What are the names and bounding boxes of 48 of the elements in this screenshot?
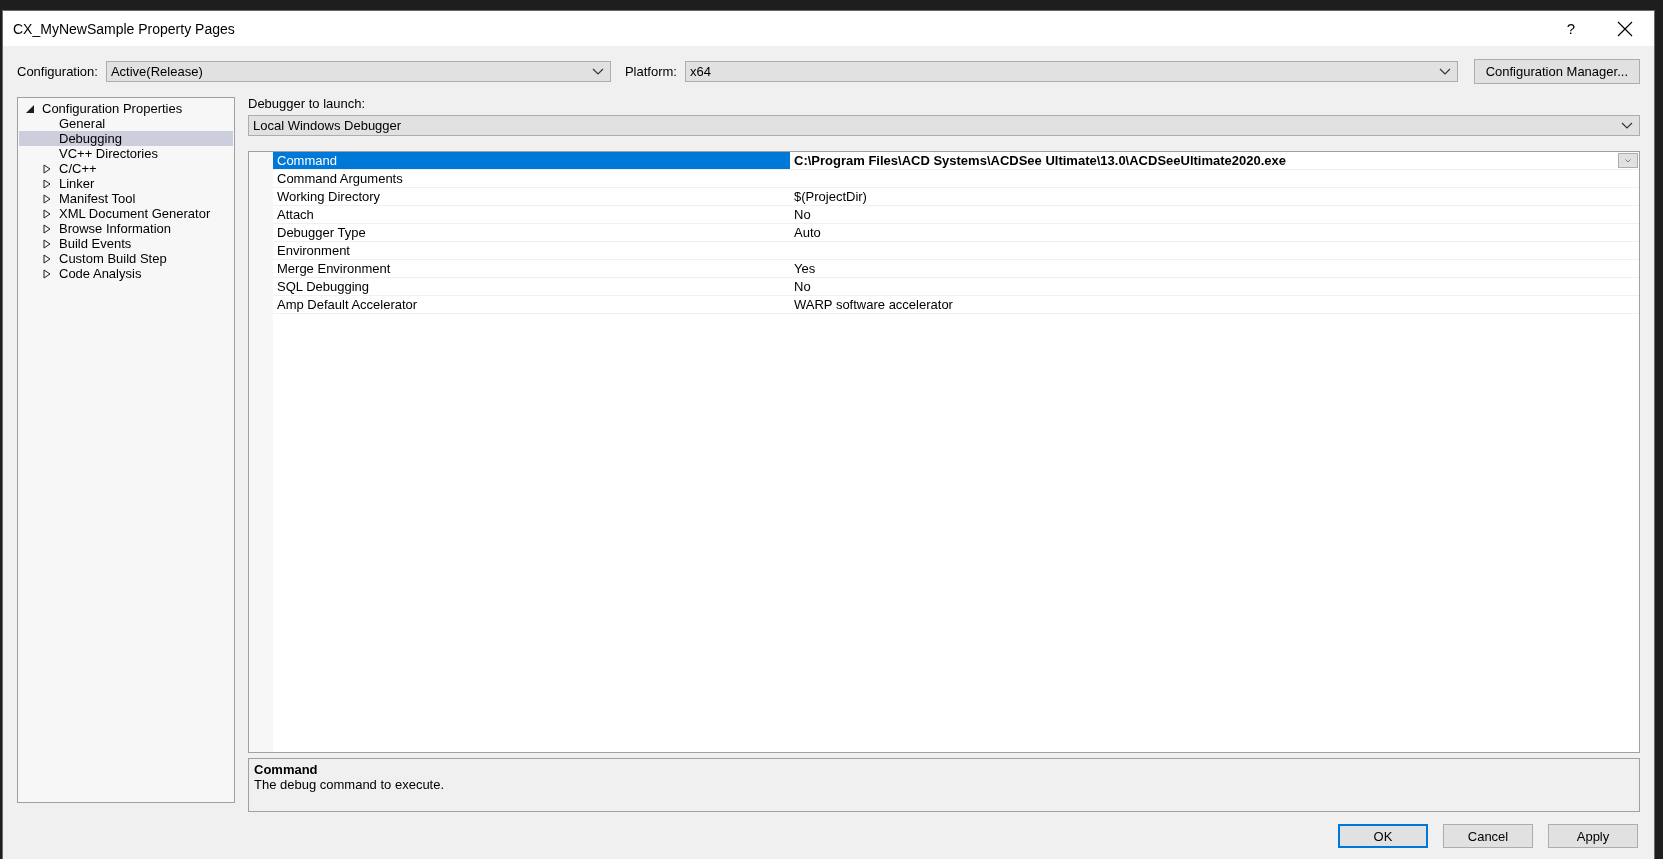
property-name[interactable]: Command (273, 152, 790, 169)
collapsed-triangle-icon[interactable] (42, 268, 52, 279)
collapsed-triangle-icon[interactable] (42, 223, 52, 234)
tree-item[interactable]: Configuration Properties (19, 101, 233, 116)
tree-item[interactable]: VC++ Directories (19, 146, 233, 161)
platform-label: Platform: (624, 64, 677, 79)
chevron-down-icon (591, 67, 604, 76)
property-value[interactable]: C:\Program Files\ACD Systems\ACDSee Ultimate\13.0\ACDSeeUltimate2020.exe (794, 153, 1618, 168)
property-value[interactable]: Auto (794, 225, 1639, 240)
property-value[interactable]: WARP software accelerator (794, 297, 1639, 312)
close-icon (1617, 20, 1633, 37)
tree-item[interactable]: General (19, 116, 233, 131)
configuration-manager-button[interactable]: Configuration Manager... (1473, 59, 1640, 84)
chevron-down-icon (1438, 67, 1451, 76)
property-value[interactable]: No (794, 279, 1639, 294)
debugger-label: Debugger to launch: (248, 96, 367, 111)
tree-item[interactable]: XML Document Generator (19, 206, 233, 221)
collapsed-triangle-icon[interactable] (42, 178, 52, 189)
property-value[interactable]: $(ProjectDir) (794, 189, 1639, 204)
expanded-triangle-icon[interactable] (25, 103, 35, 114)
collapsed-triangle-icon[interactable] (42, 238, 52, 249)
tree-item[interactable]: Custom Build Step (19, 251, 233, 266)
collapsed-triangle-icon[interactable] (42, 163, 52, 174)
dialog-button[interactable]: Apply (1548, 824, 1638, 848)
tree-item[interactable]: Debugging (19, 131, 233, 146)
debugger-dropdown[interactable]: Local Windows Debugger (248, 115, 1640, 136)
collapsed-triangle-icon[interactable] (42, 253, 52, 264)
configuration-dropdown[interactable]: Active(Release) (105, 61, 611, 82)
help-button[interactable]: ? (1546, 11, 1596, 46)
collapsed-triangle-icon[interactable] (42, 193, 52, 204)
description-title: Command (254, 762, 319, 777)
configuration-label: Configuration: (17, 64, 98, 79)
tree-item[interactable]: Code Analysis (19, 266, 233, 281)
chevron-down-icon (1621, 121, 1633, 130)
property-value[interactable]: No (794, 207, 1639, 222)
tree-item[interactable]: Manifest Tool (19, 191, 233, 206)
tree-item[interactable]: Browse Information (19, 221, 233, 236)
dialog-button[interactable]: OK (1338, 824, 1428, 848)
collapsed-triangle-icon[interactable] (42, 208, 52, 219)
description-text: The debug command to execute. (254, 777, 446, 792)
dialog-button[interactable]: Cancel (1443, 824, 1533, 848)
tree-item[interactable]: C/C++ (19, 161, 233, 176)
tree-item[interactable]: Build Events (19, 236, 233, 251)
property-value[interactable]: Yes (794, 261, 1639, 276)
tree-item[interactable]: Linker (19, 176, 233, 191)
chevron-down-icon (1625, 156, 1631, 165)
platform-dropdown[interactable]: x64 (684, 61, 1458, 82)
window-title: CX_MyNewSample Property Pages (13, 20, 236, 37)
